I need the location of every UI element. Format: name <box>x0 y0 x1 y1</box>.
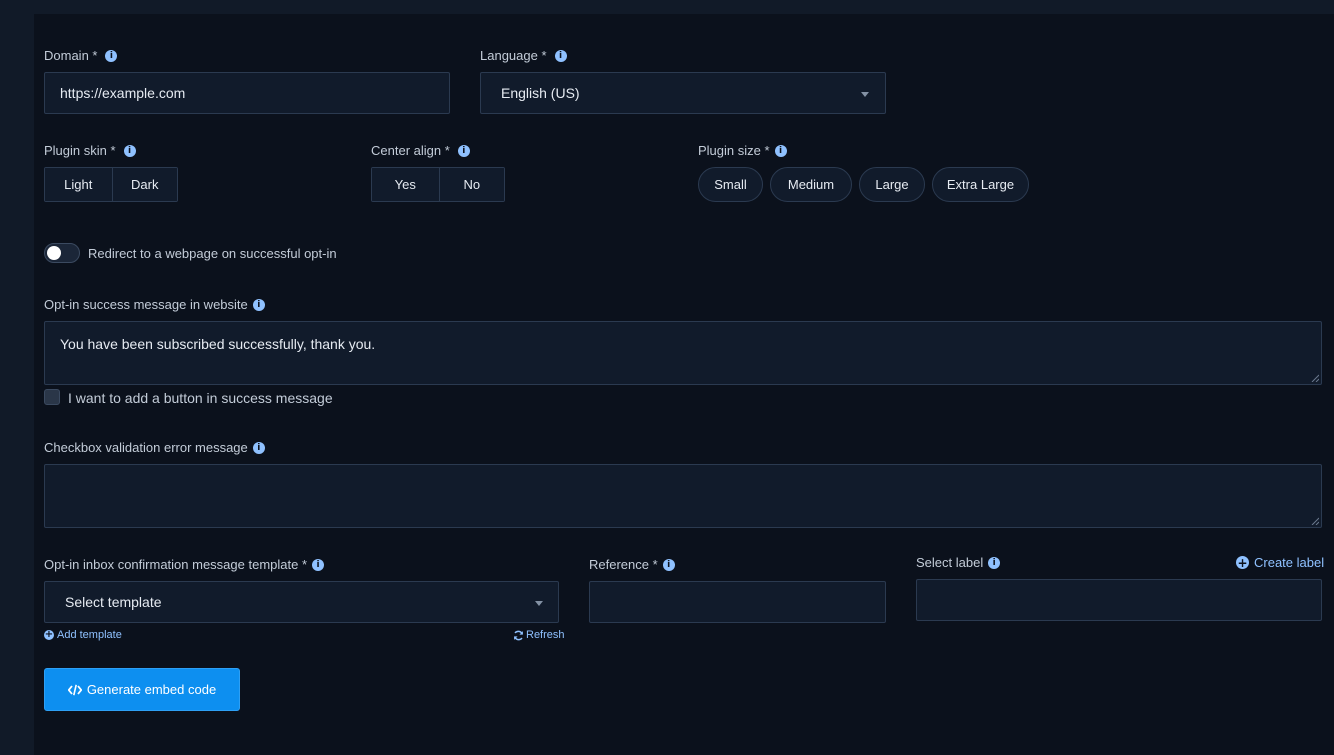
info-icon[interactable]: i <box>662 558 675 571</box>
plugin-size-medium-button[interactable]: Medium <box>770 167 852 202</box>
info-icon[interactable]: i <box>312 558 325 571</box>
plugin-size-large-button[interactable]: Large <box>859 167 925 202</box>
refresh-icon <box>514 630 523 640</box>
info-icon[interactable]: i <box>252 298 265 311</box>
plus-circle-icon: + <box>44 629 54 640</box>
add-button-checkbox[interactable] <box>44 389 60 405</box>
checkbox-error-label-text: Checkbox validation error message <box>44 440 248 455</box>
success-message-value: You have been subscribed successfully, t… <box>60 336 376 352</box>
plugin-skin-label-text: Plugin skin * <box>44 143 116 158</box>
language-label: Language * i <box>480 48 567 63</box>
center-align-label-text: Center align * <box>371 143 450 158</box>
checkbox-error-label: Checkbox validation error message i <box>44 440 265 455</box>
reference-label-text: Reference * <box>589 557 658 572</box>
reference-input[interactable] <box>589 581 886 623</box>
select-label-input[interactable] <box>916 579 1322 621</box>
info-icon[interactable]: i <box>252 441 265 454</box>
template-select[interactable]: Select template <box>44 581 559 623</box>
info-icon[interactable]: i <box>105 49 118 62</box>
add-template-text: Add template <box>57 629 122 641</box>
refresh-link[interactable]: Refresh <box>513 629 565 641</box>
plugin-size-extra-large-button[interactable]: Extra Large <box>932 167 1029 202</box>
language-selected-value: English (US) <box>501 85 580 101</box>
generate-embed-code-button[interactable]: Generate embed code <box>44 668 240 711</box>
center-align-no-button[interactable]: No <box>438 168 504 201</box>
select-label-label-text: Select label <box>916 555 984 570</box>
resize-grip-icon[interactable] <box>1311 517 1319 525</box>
info-icon[interactable]: i <box>123 144 136 157</box>
plugin-size-label: Plugin size * i <box>698 143 787 158</box>
template-placeholder: Select template <box>65 594 162 610</box>
domain-value: https://example.com <box>60 85 186 101</box>
success-message-label-text: Opt-in success message in website <box>44 297 248 312</box>
code-icon <box>67 684 82 695</box>
redirect-toggle[interactable] <box>44 243 80 263</box>
center-align-toggle: Yes No <box>371 167 505 202</box>
checkbox-error-textarea[interactable] <box>44 464 1322 528</box>
template-label-text: Opt-in inbox confirmation message templa… <box>44 557 308 572</box>
plugin-skin-dark-button[interactable]: Dark <box>111 168 177 201</box>
top-bar <box>0 0 1334 14</box>
domain-label: Domain * i <box>44 48 118 63</box>
create-label-link[interactable]: + Create label <box>1236 555 1324 570</box>
info-icon[interactable]: i <box>554 49 567 62</box>
chevron-down-icon <box>861 92 869 97</box>
success-message-label: Opt-in success message in website i <box>44 297 265 312</box>
refresh-text: Refresh <box>526 629 565 641</box>
plugin-skin-light-button[interactable]: Light <box>45 168 112 201</box>
info-icon[interactable]: i <box>457 144 470 157</box>
info-icon[interactable]: i <box>988 556 1001 569</box>
create-label-text: Create label <box>1254 555 1325 570</box>
domain-label-text: Domain * <box>44 48 98 63</box>
redirect-label: Redirect to a webpage on successful opt-… <box>88 246 337 261</box>
add-template-link[interactable]: + Add template <box>44 629 122 641</box>
resize-grip-icon[interactable] <box>1311 374 1319 382</box>
toggle-knob <box>47 246 61 260</box>
info-icon[interactable]: i <box>774 144 787 157</box>
center-align-label: Center align * i <box>371 143 470 158</box>
plugin-skin-label: Plugin skin * i <box>44 143 136 158</box>
plus-circle-icon: + <box>1236 555 1249 570</box>
plugin-size-small-button[interactable]: Small <box>698 167 763 202</box>
chevron-down-icon <box>535 601 543 606</box>
domain-input[interactable]: https://example.com <box>44 72 450 114</box>
plugin-size-label-text: Plugin size * <box>698 143 770 158</box>
select-label-label: Select label i <box>916 555 1001 570</box>
add-button-label: I want to add a button in success messag… <box>68 390 333 406</box>
generate-embed-code-text: Generate embed code <box>86 682 217 697</box>
left-sidebar <box>0 0 34 755</box>
plugin-skin-toggle: Light Dark <box>44 167 178 202</box>
template-label: Opt-in inbox confirmation message templa… <box>44 557 325 572</box>
success-message-textarea[interactable]: You have been subscribed successfully, t… <box>44 321 1322 385</box>
reference-label: Reference * i <box>589 557 675 572</box>
language-select[interactable]: English (US) <box>480 72 886 114</box>
language-label-text: Language * <box>480 48 547 63</box>
center-align-yes-button[interactable]: Yes <box>372 168 439 201</box>
